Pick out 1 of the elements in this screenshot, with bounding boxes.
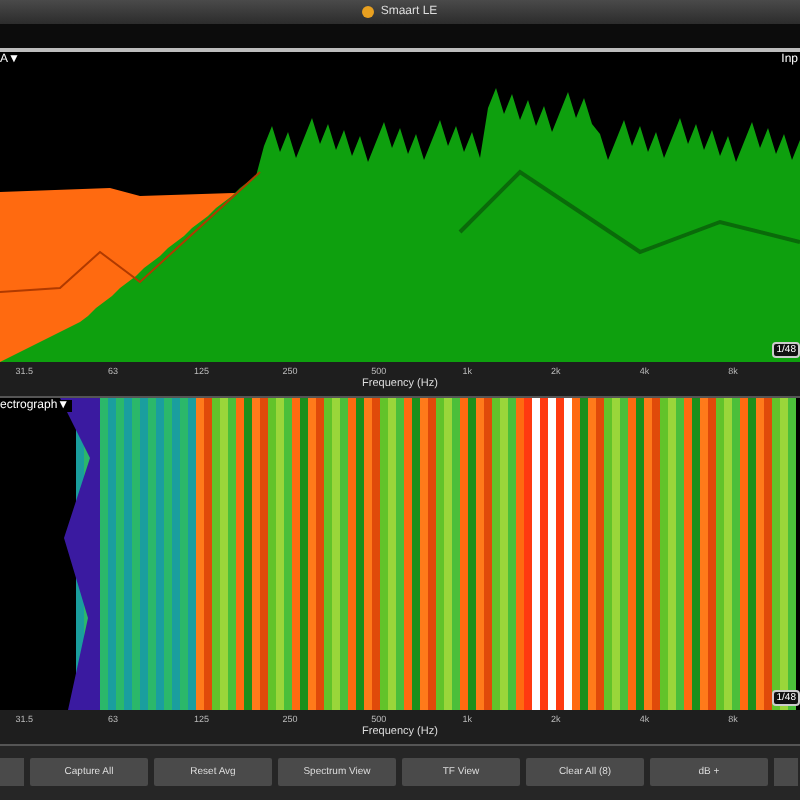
app-icon — [362, 6, 375, 18]
